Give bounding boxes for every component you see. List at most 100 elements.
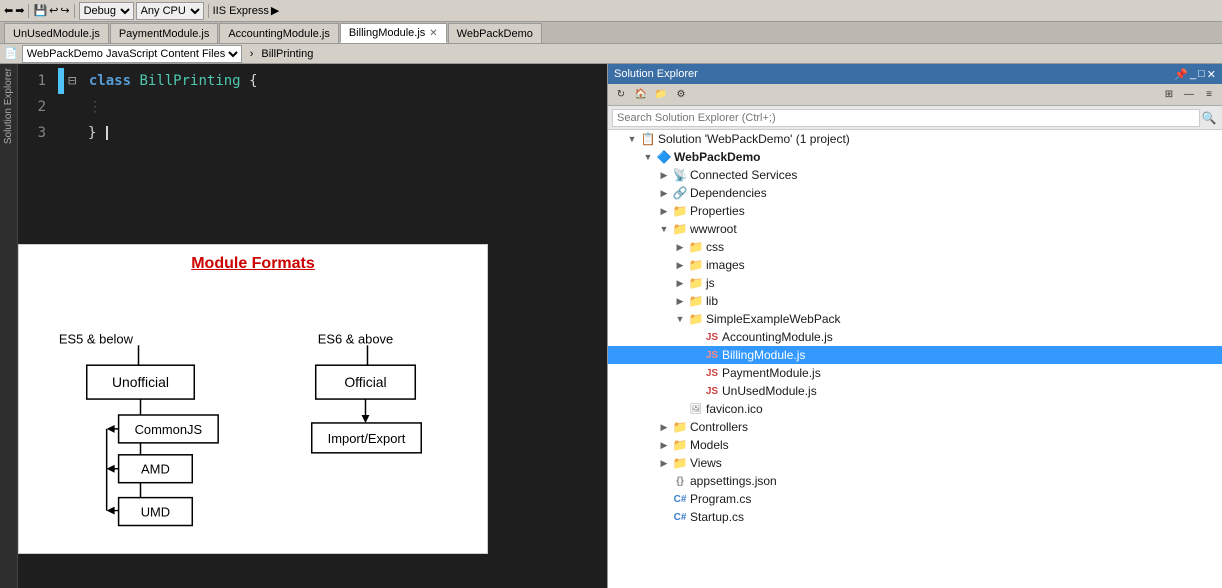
tree-item-lib[interactable]: ▶ 📁 lib bbox=[608, 292, 1222, 310]
se-collapse-all-button[interactable]: — bbox=[1180, 86, 1198, 104]
run-button[interactable]: ▶ bbox=[271, 4, 279, 17]
diagram-content: ES5 & below ES6 & above Unofficial Offic… bbox=[29, 283, 477, 543]
tab-webpackdemo[interactable]: WebPackDemo bbox=[448, 23, 542, 43]
se-close-button[interactable]: ✕ bbox=[1207, 68, 1216, 81]
address-bar: 📄 WebPackDemo JavaScript Content Files ›… bbox=[0, 44, 1222, 64]
se-minimize-button[interactable]: _ bbox=[1190, 68, 1196, 81]
se-sync-button[interactable]: ↻ bbox=[612, 86, 630, 104]
collapse-icon-1[interactable]: ⊟ bbox=[68, 73, 76, 89]
class-name: BillPrinting bbox=[139, 73, 240, 89]
diagram-svg: ES5 & below ES6 & above Unofficial Offic… bbox=[29, 283, 477, 543]
tab-label-billingmodule: BillingModule.js bbox=[349, 27, 425, 39]
line-number-1: 1 bbox=[18, 73, 58, 89]
css-label: css bbox=[706, 240, 724, 254]
accountingmodule-label: AccountingModule.js bbox=[722, 330, 833, 344]
tree-item-dependencies[interactable]: ▶ 🔗 Dependencies bbox=[608, 184, 1222, 202]
vertical-tab-label: Solution Explorer bbox=[0, 64, 18, 588]
toolbar-icon-forward[interactable]: ➡ bbox=[15, 4, 24, 17]
se-properties-button[interactable]: ≡ bbox=[1200, 86, 1218, 104]
tab-label-accountingmodule: AccountingModule.js bbox=[228, 28, 330, 40]
tree-item-images[interactable]: ▶ 📁 images bbox=[608, 256, 1222, 274]
tab-label-webpackdemo: WebPackDemo bbox=[457, 28, 533, 40]
se-title-text: Solution Explorer bbox=[614, 68, 698, 80]
tree-item-favicon[interactable]: 🖼 favicon.ico bbox=[608, 400, 1222, 418]
iis-label: IIS Express bbox=[213, 5, 269, 17]
tree-item-solution[interactable]: ▼ 📋 Solution 'WebPackDemo' (1 project) bbox=[608, 130, 1222, 148]
views-icon: 📁 bbox=[672, 455, 688, 471]
se-home-button[interactable]: 🏠 bbox=[632, 86, 650, 104]
lib-label: lib bbox=[706, 294, 718, 308]
arrow-amd bbox=[107, 465, 115, 473]
favicon-label: favicon.ico bbox=[706, 402, 763, 416]
models-icon: 📁 bbox=[672, 437, 688, 453]
diagram-area: Module Formats ES5 & below ES6 & above U… bbox=[18, 244, 488, 554]
tree-item-accountingmodule[interactable]: JS AccountingModule.js bbox=[608, 328, 1222, 346]
tab-label-unusedmodule: UnUsedModule.js bbox=[13, 28, 100, 40]
se-search-bar: 🔍 bbox=[608, 106, 1222, 130]
tab-accountingmodule[interactable]: AccountingModule.js bbox=[219, 23, 339, 43]
tree-item-paymentmodule[interactable]: JS PaymentModule.js bbox=[608, 364, 1222, 382]
cpu-config-select[interactable]: Any CPU bbox=[136, 2, 204, 20]
se-tree: ▼ 📋 Solution 'WebPackDemo' (1 project) ▼… bbox=[608, 130, 1222, 588]
se-settings-button[interactable]: ⚙ bbox=[672, 86, 690, 104]
arrow-umd bbox=[107, 507, 115, 515]
importexport-label: Import/Export bbox=[328, 431, 406, 446]
tree-item-controllers[interactable]: ▶ 📁 Controllers bbox=[608, 418, 1222, 436]
keyword-class: class bbox=[89, 73, 131, 89]
debug-config-select[interactable]: Debug bbox=[79, 2, 134, 20]
tree-item-startup[interactable]: C# Startup.cs bbox=[608, 508, 1222, 526]
tab-billingmodule[interactable]: BillingModule.js ✕ bbox=[340, 23, 447, 43]
properties-icon: 📁 bbox=[672, 203, 688, 219]
images-icon: 📁 bbox=[688, 257, 704, 273]
billingmodule-label: BillingModule.js bbox=[722, 348, 805, 362]
tab-unusedmodule[interactable]: UnUsedModule.js bbox=[4, 23, 109, 43]
toolbar-icon-undo[interactable]: ↩ bbox=[49, 4, 58, 17]
main-area: Solution Explorer 1 ⊟ class BillPrinting… bbox=[0, 64, 1222, 588]
tab-close-billingmodule[interactable]: ✕ bbox=[429, 28, 437, 39]
tree-item-webpackdemo[interactable]: ▼ 🔷 WebPackDemo bbox=[608, 148, 1222, 166]
se-search-icon[interactable]: 🔍 bbox=[1200, 109, 1218, 127]
tree-item-billingmodule[interactable]: JS BillingModule.js bbox=[608, 346, 1222, 364]
tree-item-wwwroot[interactable]: ▼ 📁 wwwroot bbox=[608, 220, 1222, 238]
startup-icon: C# bbox=[672, 509, 688, 525]
address-select[interactable]: WebPackDemo JavaScript Content Files bbox=[22, 45, 242, 63]
line-number-3: 3 bbox=[18, 125, 58, 141]
tree-item-models[interactable]: ▶ 📁 Models bbox=[608, 436, 1222, 454]
unusedmodule-icon: JS bbox=[704, 383, 720, 399]
tree-item-properties[interactable]: ▶ 📁 Properties bbox=[608, 202, 1222, 220]
amd-label: AMD bbox=[141, 462, 170, 477]
toolbar-icon-back[interactable]: ⬅ bbox=[4, 4, 13, 17]
code-editor[interactable]: Solution Explorer 1 ⊟ class BillPrinting… bbox=[0, 64, 607, 588]
tree-item-appsettings[interactable]: {} appsettings.json bbox=[608, 472, 1222, 490]
tree-item-js[interactable]: ▶ 📁 js bbox=[608, 274, 1222, 292]
se-maximize-button[interactable]: □ bbox=[1198, 68, 1205, 81]
se-search-input[interactable] bbox=[612, 109, 1200, 127]
code-line-1: 1 ⊟ class BillPrinting { bbox=[18, 68, 607, 94]
tree-item-simpleexample[interactable]: ▼ 📁 SimpleExampleWebPack bbox=[608, 310, 1222, 328]
brace-open: { bbox=[249, 73, 257, 89]
tree-item-css[interactable]: ▶ 📁 css bbox=[608, 238, 1222, 256]
properties-label: Properties bbox=[690, 204, 745, 218]
tree-item-program[interactable]: C# Program.cs bbox=[608, 490, 1222, 508]
dependencies-label: Dependencies bbox=[690, 186, 767, 200]
toolbar-icon-redo[interactable]: ↪ bbox=[60, 4, 69, 17]
tree-item-unusedmodule[interactable]: JS UnUsedModule.js bbox=[608, 382, 1222, 400]
arrow-commonjs bbox=[107, 425, 115, 433]
se-pin-button[interactable]: 📌 bbox=[1174, 68, 1188, 81]
toolbar-icon-save[interactable]: 💾 bbox=[33, 4, 47, 17]
appsettings-label: appsettings.json bbox=[690, 474, 777, 488]
se-folder-button[interactable]: 📁 bbox=[652, 86, 670, 104]
es5-label: ES5 & below bbox=[59, 331, 134, 346]
project-label: WebPackDemo bbox=[674, 150, 760, 164]
js-label: js bbox=[706, 276, 715, 290]
se-filter-button[interactable]: ⊞ bbox=[1160, 86, 1178, 104]
tree-item-views[interactable]: ▶ 📁 Views bbox=[608, 454, 1222, 472]
paymentmodule-label: PaymentModule.js bbox=[722, 366, 821, 380]
tree-item-connected[interactable]: ▶ 📡 Connected Services bbox=[608, 166, 1222, 184]
models-label: Models bbox=[690, 438, 729, 452]
official-label: Official bbox=[344, 374, 386, 390]
tab-paymentmodule[interactable]: PaymentModule.js bbox=[110, 23, 219, 43]
top-toolbar: ⬅ ➡ 💾 ↩ ↪ Debug Any CPU IIS Express ▶ bbox=[0, 0, 1222, 22]
code-text-2: ⋮ bbox=[64, 99, 102, 115]
js-icon: 📁 bbox=[688, 275, 704, 291]
